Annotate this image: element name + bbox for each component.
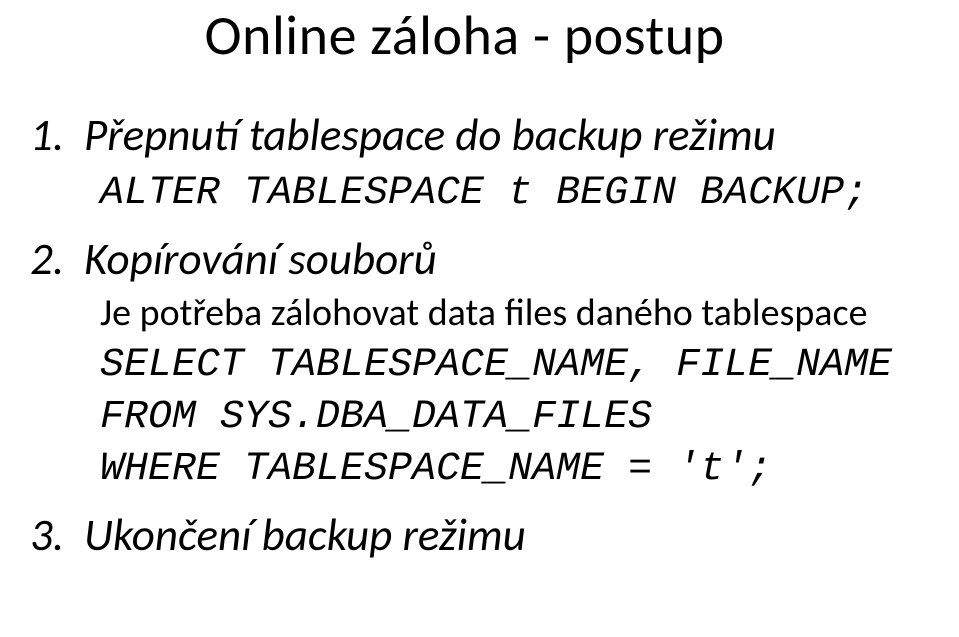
item-heading: 3. Ukončení backup režimu <box>30 508 929 564</box>
item-heading: 1. Přepnutí tablespace do backup režimu <box>30 108 929 164</box>
code-block: ALTER TABLESPACE t BEGIN BACKUP; <box>100 168 929 220</box>
list-item: 1. Přepnutí tablespace do backup režimu … <box>30 108 929 220</box>
item-text: Kopírování souborů <box>84 232 437 288</box>
list-item: 2. Kopírování souborů Je potřeba zálohov… <box>30 232 929 496</box>
item-number: 2. <box>30 232 84 288</box>
page-title: Online záloha - postup <box>0 2 929 70</box>
item-heading: 2. Kopírování souborů <box>30 232 929 288</box>
item-text: Přepnutí tablespace do backup režimu <box>84 108 776 164</box>
list-item: 3. Ukončení backup režimu <box>30 508 929 564</box>
item-number: 3. <box>30 508 84 564</box>
code-block: SELECT TABLESPACE_NAME, FILE_NAME FROM S… <box>100 340 929 496</box>
item-text: Ukončení backup režimu <box>84 508 526 564</box>
numbered-list: 1. Přepnutí tablespace do backup režimu … <box>0 108 929 564</box>
item-number: 1. <box>30 108 84 164</box>
slide-page: Online záloha - postup 1. Přepnutí table… <box>0 2 959 564</box>
item-subtext: Je potřeba zálohovat data files daného t… <box>100 291 929 337</box>
